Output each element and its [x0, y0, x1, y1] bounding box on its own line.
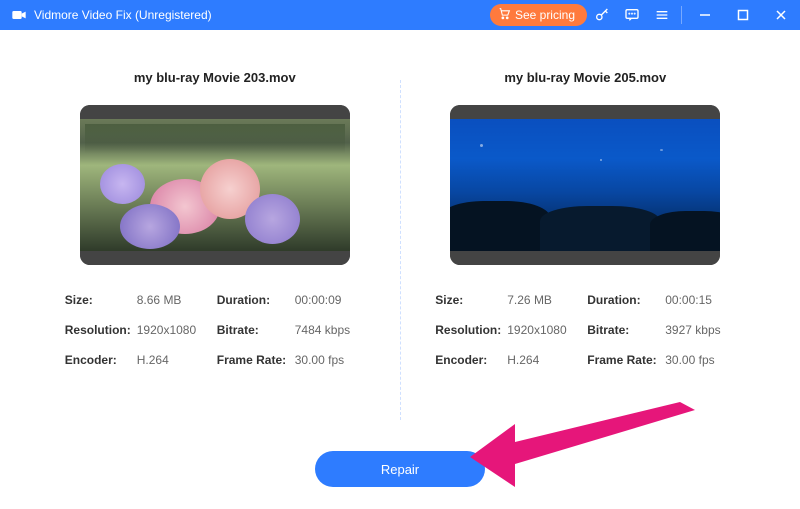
thumb-bottom-bar — [450, 251, 720, 265]
action-row: Repair — [0, 451, 800, 487]
right-filename: my blu-ray Movie 205.mov — [504, 70, 666, 85]
thumb-top-bar — [450, 105, 720, 119]
titlebar: Vidmore Video Fix (Unregistered) See pri… — [0, 0, 800, 30]
see-pricing-button[interactable]: See pricing — [490, 4, 587, 26]
maximize-button[interactable] — [724, 0, 762, 30]
app-logo-icon — [10, 6, 28, 24]
main-area: my blu-ray Movie 203.mov Size: 8.66 MB D… — [0, 30, 800, 460]
size-label: Size: — [65, 293, 137, 307]
thumb-top-bar — [80, 105, 350, 119]
left-metadata: Size: 8.66 MB Duration: 00:00:09 Resolut… — [65, 293, 365, 367]
menu-icon[interactable] — [647, 0, 677, 30]
repair-button[interactable]: Repair — [315, 451, 485, 487]
encoder-value: H.264 — [137, 353, 217, 367]
see-pricing-label: See pricing — [515, 8, 575, 22]
encoder-label: Encoder: — [65, 353, 137, 367]
titlebar-divider — [681, 6, 682, 24]
encoder-label: Encoder: — [435, 353, 507, 367]
duration-value: 00:00:09 — [295, 293, 365, 307]
left-thumbnail[interactable] — [80, 105, 350, 265]
resolution-label: Resolution: — [65, 323, 137, 337]
left-thumbnail-image — [80, 119, 350, 251]
size-label: Size: — [435, 293, 507, 307]
size-value: 7.26 MB — [507, 293, 587, 307]
minimize-button[interactable] — [686, 0, 724, 30]
left-filename: my blu-ray Movie 203.mov — [134, 70, 296, 85]
size-value: 8.66 MB — [137, 293, 217, 307]
close-button[interactable] — [762, 0, 800, 30]
duration-label: Duration: — [217, 293, 295, 307]
framerate-label: Frame Rate: — [587, 353, 665, 367]
feedback-icon[interactable] — [617, 0, 647, 30]
bitrate-value: 3927 kbps — [665, 323, 735, 337]
framerate-label: Frame Rate: — [217, 353, 295, 367]
key-icon[interactable] — [587, 0, 617, 30]
framerate-value: 30.00 fps — [665, 353, 735, 367]
bitrate-value: 7484 kbps — [295, 323, 365, 337]
duration-label: Duration: — [587, 293, 665, 307]
resolution-label: Resolution: — [435, 323, 507, 337]
right-thumbnail[interactable] — [450, 105, 720, 265]
cart-icon — [498, 7, 511, 23]
resolution-value: 1920x1080 — [507, 323, 587, 337]
corrupt-video-panel: my blu-ray Movie 203.mov Size: 8.66 MB D… — [30, 70, 400, 460]
duration-value: 00:00:15 — [665, 293, 735, 307]
bitrate-label: Bitrate: — [217, 323, 295, 337]
sample-video-panel: my blu-ray Movie 205.mov Size: 7.26 MB D… — [401, 70, 771, 460]
thumb-bottom-bar — [80, 251, 350, 265]
right-thumbnail-image — [450, 119, 720, 251]
resolution-value: 1920x1080 — [137, 323, 217, 337]
framerate-value: 30.00 fps — [295, 353, 365, 367]
encoder-value: H.264 — [507, 353, 587, 367]
bitrate-label: Bitrate: — [587, 323, 665, 337]
right-metadata: Size: 7.26 MB Duration: 00:00:15 Resolut… — [435, 293, 735, 367]
app-title: Vidmore Video Fix (Unregistered) — [34, 8, 212, 22]
